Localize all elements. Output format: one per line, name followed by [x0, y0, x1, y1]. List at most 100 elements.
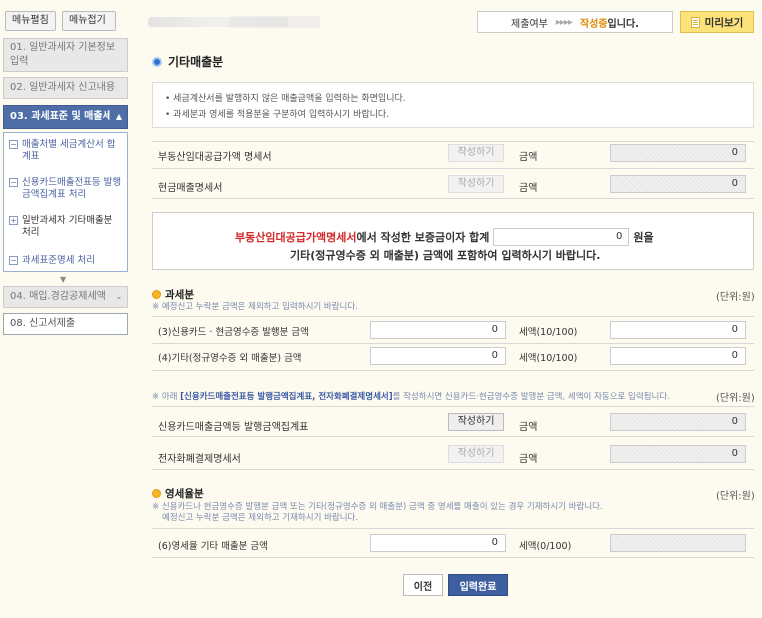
- subitem-invoice-summary[interactable]: − 매출처별 세금계산서 합계표: [9, 139, 124, 163]
- unit-label: (단위:원): [716, 292, 755, 303]
- amount-label: 금액: [519, 152, 538, 163]
- divider: [152, 469, 754, 470]
- preview-label: 미리보기: [704, 16, 744, 29]
- down-arrow-icon: ▼: [60, 275, 67, 284]
- notice-text: 기타(정규영수증 외 매출분) 금액에 포함하여 입력하시기 바랍니다.: [290, 249, 601, 262]
- other-sales-amount-input[interactable]: 0: [370, 347, 506, 365]
- rental-statement-link: 부동산임대공급가액명세서: [235, 231, 357, 244]
- status-suffix: 입니다.: [607, 18, 639, 30]
- write-rental-button[interactable]: 작성하기: [448, 144, 504, 162]
- chevron-down-icon[interactable]: ⌄: [114, 292, 124, 302]
- amount-label: 금액: [519, 422, 538, 433]
- status-value: 작성중: [579, 18, 608, 30]
- notice-text: ※ 아래: [152, 392, 181, 402]
- divider: [152, 198, 754, 199]
- notice-bold-text: [신용카드매출전표등 발행금액집계표, 전자화폐결제명세서]: [180, 392, 393, 402]
- section-title-text: 기타매출분: [168, 55, 224, 69]
- card-summary-label: 신용카드매출금액등 발행금액집계표: [158, 422, 309, 433]
- sidebar-item-submit[interactable]: 08. 신고서제출: [3, 313, 128, 335]
- card-cash-amount-input[interactable]: 0: [370, 321, 506, 339]
- cash-sales-amount-field: 0: [610, 175, 746, 193]
- taxable-heading: 과세분: [152, 287, 194, 302]
- taxable-note: ※ 예정신고 누락분 금액은 제외하고 입력하시기 바랍니다.: [152, 302, 358, 312]
- collapse-icon: −: [9, 256, 18, 265]
- notice-text: 원을: [633, 231, 654, 244]
- divider: [152, 528, 754, 529]
- e-money-amount-field: 0: [610, 445, 746, 463]
- document-icon: [690, 16, 700, 28]
- subitem-label: 신용카드매출전표등 발행금액집계표 처리: [22, 177, 122, 200]
- divider: [152, 370, 754, 371]
- zero-rated-amount-input[interactable]: 0: [370, 534, 506, 552]
- card-cash-tax-input[interactable]: 0: [610, 321, 746, 339]
- notice-line: • 과세분과 영세를 적용분을 구분하여 입력하시기 바랍니다.: [165, 110, 390, 120]
- sidebar-item-report-content[interactable]: 02. 일반과세자 신고내용: [3, 77, 128, 99]
- unit-label: (단위:원): [716, 491, 755, 502]
- divider: [152, 557, 754, 558]
- unit-label: (단위:원): [716, 393, 755, 404]
- bullet-icon: [152, 56, 162, 67]
- section-title: 기타매출분: [152, 53, 223, 70]
- deposit-interest-field: 0: [493, 228, 630, 246]
- complete-button[interactable]: 입력완료: [448, 574, 508, 596]
- divider: [152, 316, 754, 317]
- notice-text: 에서 작성한 보증금이자 합계: [356, 231, 490, 244]
- divider: [152, 406, 754, 407]
- write-card-summary-button[interactable]: 작성하기: [448, 413, 504, 431]
- zero-rated-note: 예정신고 누락분 금액은 제외하고 기재하시기 바랍니다.: [162, 513, 359, 523]
- sidebar-subpanel: − 매출처별 세금계산서 합계표 − 신용카드매출전표등 발행금액집계표 처리 …: [3, 132, 128, 272]
- prev-button[interactable]: 이전: [403, 574, 443, 596]
- rental-amount-field: 0: [610, 144, 746, 162]
- divider: [152, 343, 754, 344]
- sidebar-item-basic-info[interactable]: 01. 일반과세자 기본정보 입력: [3, 38, 128, 72]
- write-cash-sales-button[interactable]: 작성하기: [448, 175, 504, 193]
- sidebar-toggle-buttons: 메뉴펼침 메뉴접기: [5, 11, 116, 31]
- divider: [152, 168, 754, 169]
- amount-label: 금액: [519, 183, 538, 194]
- deposit-interest-notice: 부동산임대공급가액명세서 에서 작성한 보증금이자 합계 0 원을 기타(정규영…: [152, 212, 754, 270]
- subitem-tax-base-detail[interactable]: − 과세표준명세 처리: [9, 255, 124, 267]
- cash-sales-label: 현금매출명세서: [158, 183, 223, 194]
- arrows-icon: ▸▸▸▸: [555, 16, 573, 28]
- submission-status: 제출여부 ▸▸▸▸ 작성중입니다.: [477, 11, 673, 33]
- amount-label: 금액: [519, 454, 538, 465]
- chevron-up-icon[interactable]: ▲: [114, 112, 124, 122]
- write-e-money-button[interactable]: 작성하기: [448, 445, 504, 463]
- other-sales-tax-input[interactable]: 0: [610, 347, 746, 365]
- subitem-other-sales[interactable]: + 일반과세자 기타매출분 처리: [9, 215, 124, 239]
- tax-label: 세액(10/100): [519, 353, 578, 364]
- rental-supply-label: 부동산임대공급가액 명세서: [158, 152, 272, 163]
- tax-label: 세액(10/100): [519, 327, 578, 338]
- divider: [152, 436, 754, 437]
- subitem-card-sales[interactable]: − 신용카드매출전표등 발행금액집계표 처리: [9, 177, 124, 201]
- status-label: 제출여부: [511, 18, 548, 30]
- collapse-icon: −: [9, 140, 18, 149]
- sidebar: 메뉴펼침 메뉴접기 01. 일반과세자 기본정보 입력 02. 일반과세자 신고…: [0, 0, 132, 618]
- preview-button[interactable]: 미리보기: [680, 11, 754, 33]
- sidebar-item-label: 04. 매입.경감공제세액: [10, 291, 106, 302]
- sidebar-item-purchase-deduction[interactable]: 04. 매입.경감공제세액 ⌄: [3, 286, 128, 308]
- subitem-label: 매출처별 세금계산서 합계표: [22, 139, 116, 162]
- subitem-label: 과세표준명세 처리: [22, 255, 95, 266]
- zero-rated-amount-label: (6)영세율 기타 매출분 금액: [158, 541, 268, 552]
- expand-menu-button[interactable]: 메뉴펼침: [5, 11, 56, 31]
- collapse-menu-button[interactable]: 메뉴접기: [62, 11, 116, 31]
- subitem-label: 일반과세자 기타매출분 처리: [22, 215, 113, 238]
- sidebar-item-label: 03. 과세표준 및 매출세액: [10, 111, 110, 122]
- tax-label: 세액(0/100): [519, 541, 572, 552]
- collapse-icon: −: [9, 178, 18, 187]
- zero-rated-heading: 영세율분: [152, 486, 204, 501]
- e-money-label: 전자화폐결제명세서: [158, 454, 241, 465]
- blurred-subtitle: [230, 16, 320, 28]
- card-summary-amount-field: 0: [610, 413, 746, 431]
- notice-text: 를 작성하시면 신용카드·현금영수증 발행분 금액, 세액이 자동으로 입력됩니…: [392, 392, 670, 402]
- zero-rated-title: 영세율분: [165, 488, 204, 500]
- bullet-icon: [152, 489, 161, 498]
- zero-rated-tax-field: [610, 534, 746, 552]
- card-auto-notice: ※ 아래 [신용카드매출전표등 발행금액집계표, 전자화폐결제명세서]를 작성하…: [152, 390, 670, 402]
- zero-rated-note: ※ 신용카드나 현금영수증 발행분 금액 또는 기타(정규영수증 외 매출분) …: [152, 502, 603, 512]
- taxable-title: 과세분: [165, 289, 194, 301]
- card-cash-amount-label: (3)신용카드 · 현금영수증 발행분 금액: [158, 327, 309, 338]
- divider: [152, 141, 754, 142]
- sidebar-item-tax-base[interactable]: 03. 과세표준 및 매출세액 ▲: [3, 105, 128, 129]
